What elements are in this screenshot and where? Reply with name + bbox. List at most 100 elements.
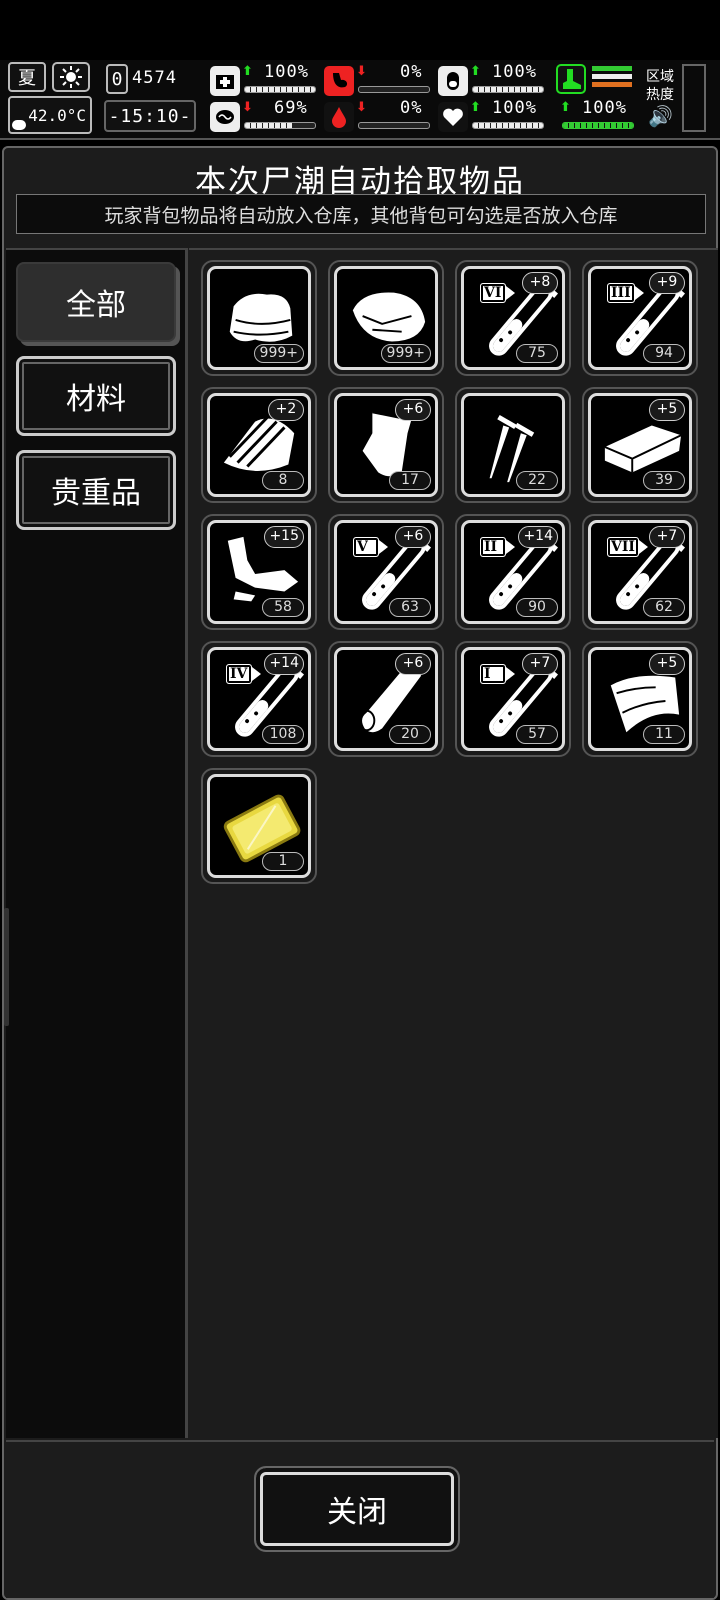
mental-bar xyxy=(244,122,316,129)
item-count: 1 xyxy=(262,852,304,871)
item-count: 94 xyxy=(643,344,685,363)
item-slot[interactable]: II +14 90 xyxy=(455,514,571,630)
item-count: 20 xyxy=(389,725,431,744)
bonus-badge: +5 xyxy=(649,653,685,675)
bonus-badge: +2 xyxy=(268,399,304,421)
day-counter: 4574 xyxy=(132,68,177,88)
item-slot[interactable]: +6 17 xyxy=(328,387,444,503)
item-frame: III +9 94 xyxy=(588,266,692,370)
item-slot[interactable]: III +9 94 xyxy=(582,260,698,376)
item-frame: VI +8 75 xyxy=(461,266,565,370)
temperature-value: 42.0°C xyxy=(28,105,86,125)
bonus-badge: +7 xyxy=(522,653,558,675)
item-frame: +5 11 xyxy=(588,647,692,751)
item-frame: VII +7 62 xyxy=(588,520,692,624)
day-prefix: 0 xyxy=(111,68,123,90)
item-count: 62 xyxy=(643,598,685,617)
first-aid-icon xyxy=(210,66,240,96)
bonus-badge: +7 xyxy=(649,526,685,548)
item-slot[interactable]: 999+ xyxy=(328,260,444,376)
season-box: 夏 xyxy=(8,62,46,92)
bonus-badge: +6 xyxy=(395,526,431,548)
item-count: 58 xyxy=(262,598,304,617)
mental-trend-down-icon: ⬇ xyxy=(242,100,253,115)
item-slot[interactable]: I +7 57 xyxy=(455,641,571,757)
item-count: 22 xyxy=(516,471,558,490)
item-slot[interactable]: 999+ xyxy=(201,260,317,376)
health-bar xyxy=(244,86,316,93)
close-button[interactable]: 关闭 xyxy=(254,1466,460,1552)
water-drop-icon xyxy=(324,102,354,132)
tier-badge: I xyxy=(480,664,515,684)
item-slot[interactable]: +2 8 xyxy=(201,387,317,503)
sun-icon xyxy=(52,62,90,92)
edge-handle xyxy=(4,908,9,1026)
bonus-badge: +8 xyxy=(522,272,558,294)
item-slot[interactable]: +6 20 xyxy=(328,641,444,757)
item-slot[interactable]: +15 58 xyxy=(201,514,317,630)
stamina-bar xyxy=(562,122,634,129)
tier-badge: V xyxy=(353,537,388,557)
item-slot[interactable]: IV +14 108 xyxy=(201,641,317,757)
item-count: 108 xyxy=(262,725,304,744)
item-frame: 999+ xyxy=(207,266,311,370)
item-count: 90 xyxy=(516,598,558,617)
item-slot[interactable]: V +6 63 xyxy=(328,514,444,630)
item-count: 75 xyxy=(516,344,558,363)
bonus-badge: +14 xyxy=(264,653,304,675)
item-count: 63 xyxy=(389,598,431,617)
temperature-box: 42.0°C xyxy=(8,96,92,134)
tier-badge: VI xyxy=(480,283,515,303)
clock-box: -15:10- xyxy=(104,100,196,132)
tier-badge: VII xyxy=(607,537,648,557)
item-count: 999+ xyxy=(380,344,431,363)
stamina-stripes xyxy=(592,66,632,96)
speaker-icon[interactable]: 🔊 xyxy=(648,104,673,128)
status-hud: 夏 42.0°C 0 4574 -15:10- ⬆ 100% ⬇ 0% ⬆ 10… xyxy=(0,60,720,140)
medicine-value: 100% xyxy=(492,62,537,82)
tier-badge: IV xyxy=(226,664,261,684)
item-frame: IV +14 108 xyxy=(207,647,311,751)
item-frame: +6 17 xyxy=(334,393,438,497)
tier-badge: III xyxy=(607,283,644,303)
bonus-badge: +6 xyxy=(395,653,431,675)
item-count: 17 xyxy=(389,471,431,490)
item-slot[interactable]: +5 11 xyxy=(582,641,698,757)
item-frame: +2 8 xyxy=(207,393,311,497)
clock-value: -15:10- xyxy=(108,105,192,127)
tab-all[interactable]: 全部 xyxy=(16,262,176,342)
bonus-badge: +9 xyxy=(649,272,685,294)
footer-bar: 关闭 xyxy=(6,1440,714,1598)
item-slot[interactable]: +5 39 xyxy=(582,387,698,503)
tier-badge: II xyxy=(480,537,515,557)
brain-icon xyxy=(210,102,240,132)
heart-value: 100% xyxy=(492,98,537,118)
item-count: 8 xyxy=(262,471,304,490)
health-trend-up-icon: ⬆ xyxy=(242,64,253,79)
medicine-bar xyxy=(472,86,544,93)
item-slot[interactable]: VII +7 62 xyxy=(582,514,698,630)
item-count: 39 xyxy=(643,471,685,490)
health-value: 100% xyxy=(264,62,309,82)
item-slot[interactable]: 1 xyxy=(201,768,317,884)
stamina-value: 100% xyxy=(582,98,627,118)
hunger-trend-down-icon: ⬇ xyxy=(356,64,367,79)
bonus-badge: +15 xyxy=(264,526,304,548)
bonus-badge: +6 xyxy=(395,399,431,421)
region-heat-meter xyxy=(682,64,706,132)
season-label: 夏 xyxy=(18,68,36,89)
bonus-badge: +5 xyxy=(649,399,685,421)
item-slot[interactable]: 22 xyxy=(455,387,571,503)
bonus-badge: +14 xyxy=(518,526,558,548)
tab-valuables[interactable]: 贵重品 xyxy=(16,450,176,530)
tab-materials[interactable]: 材料 xyxy=(16,356,176,436)
stomach-icon xyxy=(324,66,354,96)
region-heat-label: 区域热度 xyxy=(646,69,674,103)
item-slot[interactable]: VI +8 75 xyxy=(455,260,571,376)
heart-trend-up-icon: ⬆ xyxy=(470,100,481,115)
item-count: 999+ xyxy=(253,344,304,363)
heart-icon xyxy=(438,102,468,132)
item-count: 11 xyxy=(643,725,685,744)
item-frame: +6 20 xyxy=(334,647,438,751)
hunger-value: 0% xyxy=(400,62,423,82)
